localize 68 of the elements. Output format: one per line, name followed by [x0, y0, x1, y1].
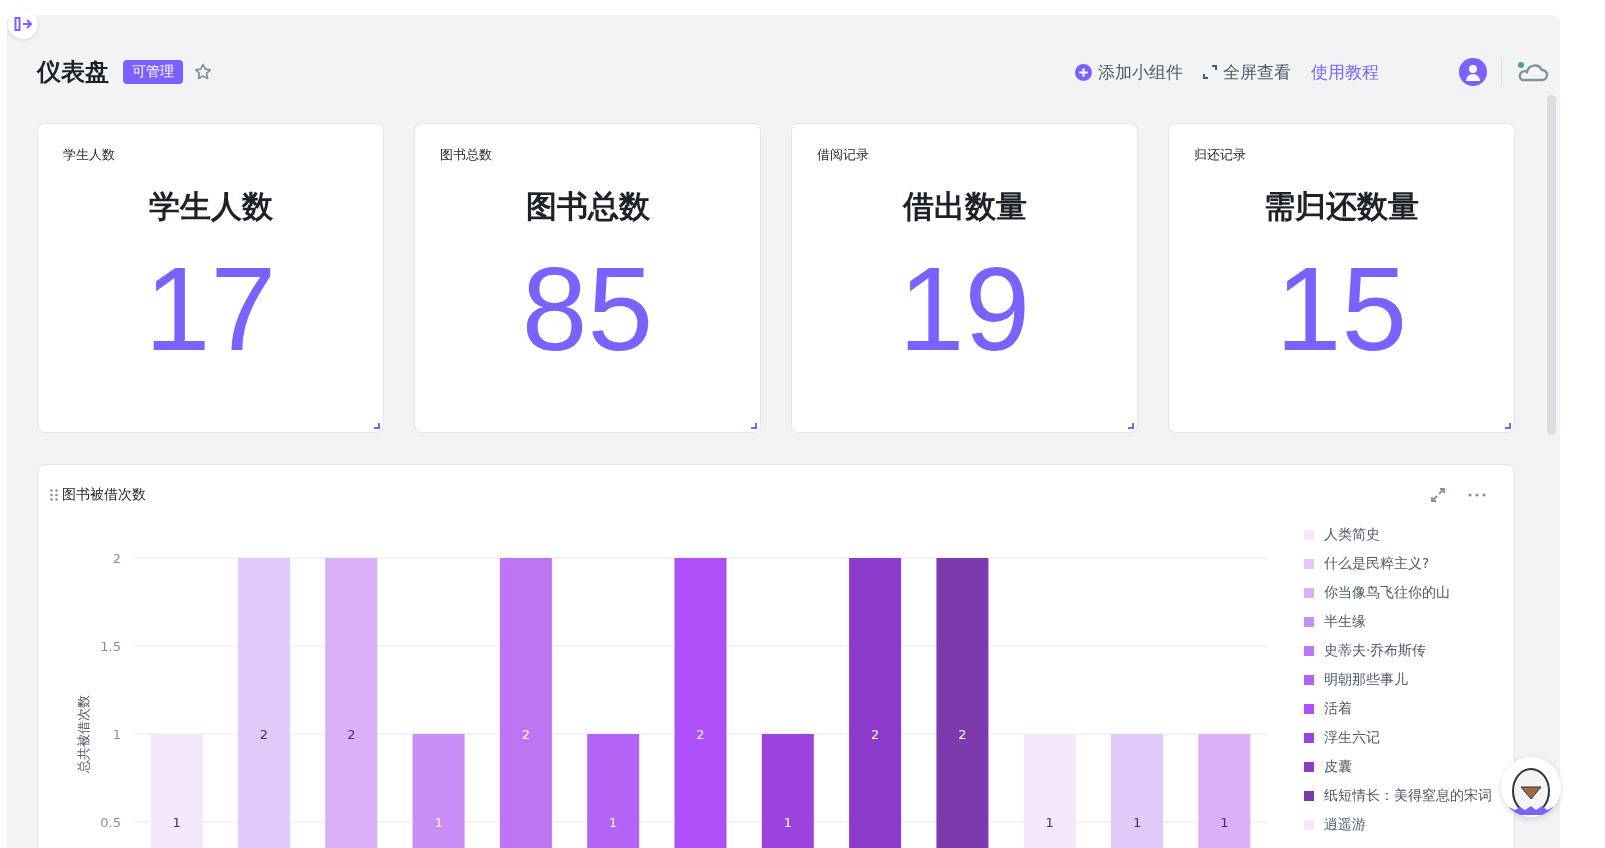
legend-label[interactable]: 半生缘 — [1324, 613, 1366, 631]
card-caption: 图书总数 — [440, 146, 492, 164]
expand-icon[interactable] — [1428, 485, 1448, 505]
axis-tick-label: 1 — [112, 727, 121, 742]
bar-value-label: 2 — [521, 727, 531, 742]
permission-badge: 可管理 — [123, 60, 183, 84]
legend-label[interactable]: 什么是民粹主义? — [1324, 555, 1430, 573]
bar[interactable] — [849, 558, 902, 848]
resize-handle-icon[interactable] — [1505, 423, 1511, 429]
card-heading: 图书总数 — [525, 187, 650, 226]
star-icon[interactable] — [193, 62, 213, 82]
card-heading: 借出数量 — [902, 187, 1027, 226]
axis-tick-label: 1.5 — [100, 639, 121, 654]
bar[interactable] — [499, 558, 552, 848]
bar-value-label: 2 — [696, 727, 705, 742]
bar-value-label: 2 — [259, 727, 269, 742]
legend-label[interactable]: 明朝那些事儿 — [1324, 671, 1408, 689]
legend-label[interactable]: 浮生六记 — [1324, 729, 1380, 747]
legend-label[interactable]: 活着 — [1324, 700, 1352, 718]
legend-label[interactable]: 纸短情长：美得窒息的宋词 — [1324, 787, 1492, 805]
legend-label[interactable]: 史蒂夫·乔布斯传 — [1324, 642, 1427, 660]
plus-icon — [1075, 63, 1092, 81]
tutorial-link[interactable]: 使用教程 — [1311, 60, 1379, 84]
axis-tick-label: 2 — [112, 551, 121, 566]
expand-icon — [1203, 65, 1217, 79]
chart-title: 图书被借次数 — [62, 486, 147, 504]
bar-value-label: 1 — [783, 815, 792, 830]
page-title: 仪表盘 — [37, 57, 109, 88]
bar-value-label: 2 — [347, 727, 356, 742]
sidebar-expand-icon — [14, 16, 32, 32]
legend-label[interactable]: 人类简史 — [1324, 526, 1380, 544]
more-icon[interactable] — [1466, 491, 1488, 499]
bar[interactable] — [412, 734, 465, 848]
bar[interactable] — [936, 558, 989, 848]
drag-handle-icon[interactable] — [50, 489, 58, 501]
legend-label[interactable]: 逍遥游 — [1324, 816, 1366, 834]
legend-label[interactable]: 你当像鸟飞往你的山 — [1324, 584, 1450, 602]
resize-handle-icon[interactable] — [374, 423, 380, 429]
axis-title: 总共被借次数 — [76, 695, 91, 773]
card-heading: 需归还数量 — [1264, 187, 1419, 226]
resize-handle-icon[interactable] — [751, 423, 757, 429]
bar[interactable] — [587, 734, 640, 848]
user-avatar[interactable] — [1459, 58, 1487, 86]
stat-value: 15 — [1275, 250, 1408, 368]
stat-value: 17 — [144, 250, 277, 368]
bar-value-label: 1 — [172, 815, 181, 830]
legend-label[interactable]: 皮囊 — [1324, 758, 1352, 776]
bar-value-label: 1 — [1132, 815, 1142, 830]
resize-handle-icon[interactable] — [1128, 423, 1134, 429]
card-caption: 归还记录 — [1194, 146, 1246, 164]
fullscreen-button[interactable]: 全屏查看 — [1203, 60, 1291, 84]
card-caption: 学生人数 — [63, 146, 115, 164]
bar-value-label: 2 — [870, 727, 880, 742]
bar-value-label: 2 — [958, 727, 967, 742]
bar-value-label: 1 — [434, 815, 443, 830]
cloud-icon[interactable] — [1516, 60, 1550, 84]
card-heading: 学生人数 — [148, 187, 273, 226]
bar[interactable] — [674, 558, 727, 848]
bar-value-label: 1 — [1045, 815, 1054, 830]
axis-tick-label: 0.5 — [100, 815, 121, 830]
stat-value: 19 — [898, 250, 1031, 368]
bar-value-label: 1 — [1220, 815, 1229, 830]
bar-value-label: 1 — [609, 815, 618, 830]
sidebar-toggle-button[interactable] — [8, 9, 38, 39]
add-widget-button[interactable]: 添加小组件 — [1075, 60, 1183, 84]
card-caption: 借阅记录 — [817, 146, 869, 164]
bar[interactable] — [761, 734, 814, 848]
stat-value: 85 — [521, 250, 654, 368]
